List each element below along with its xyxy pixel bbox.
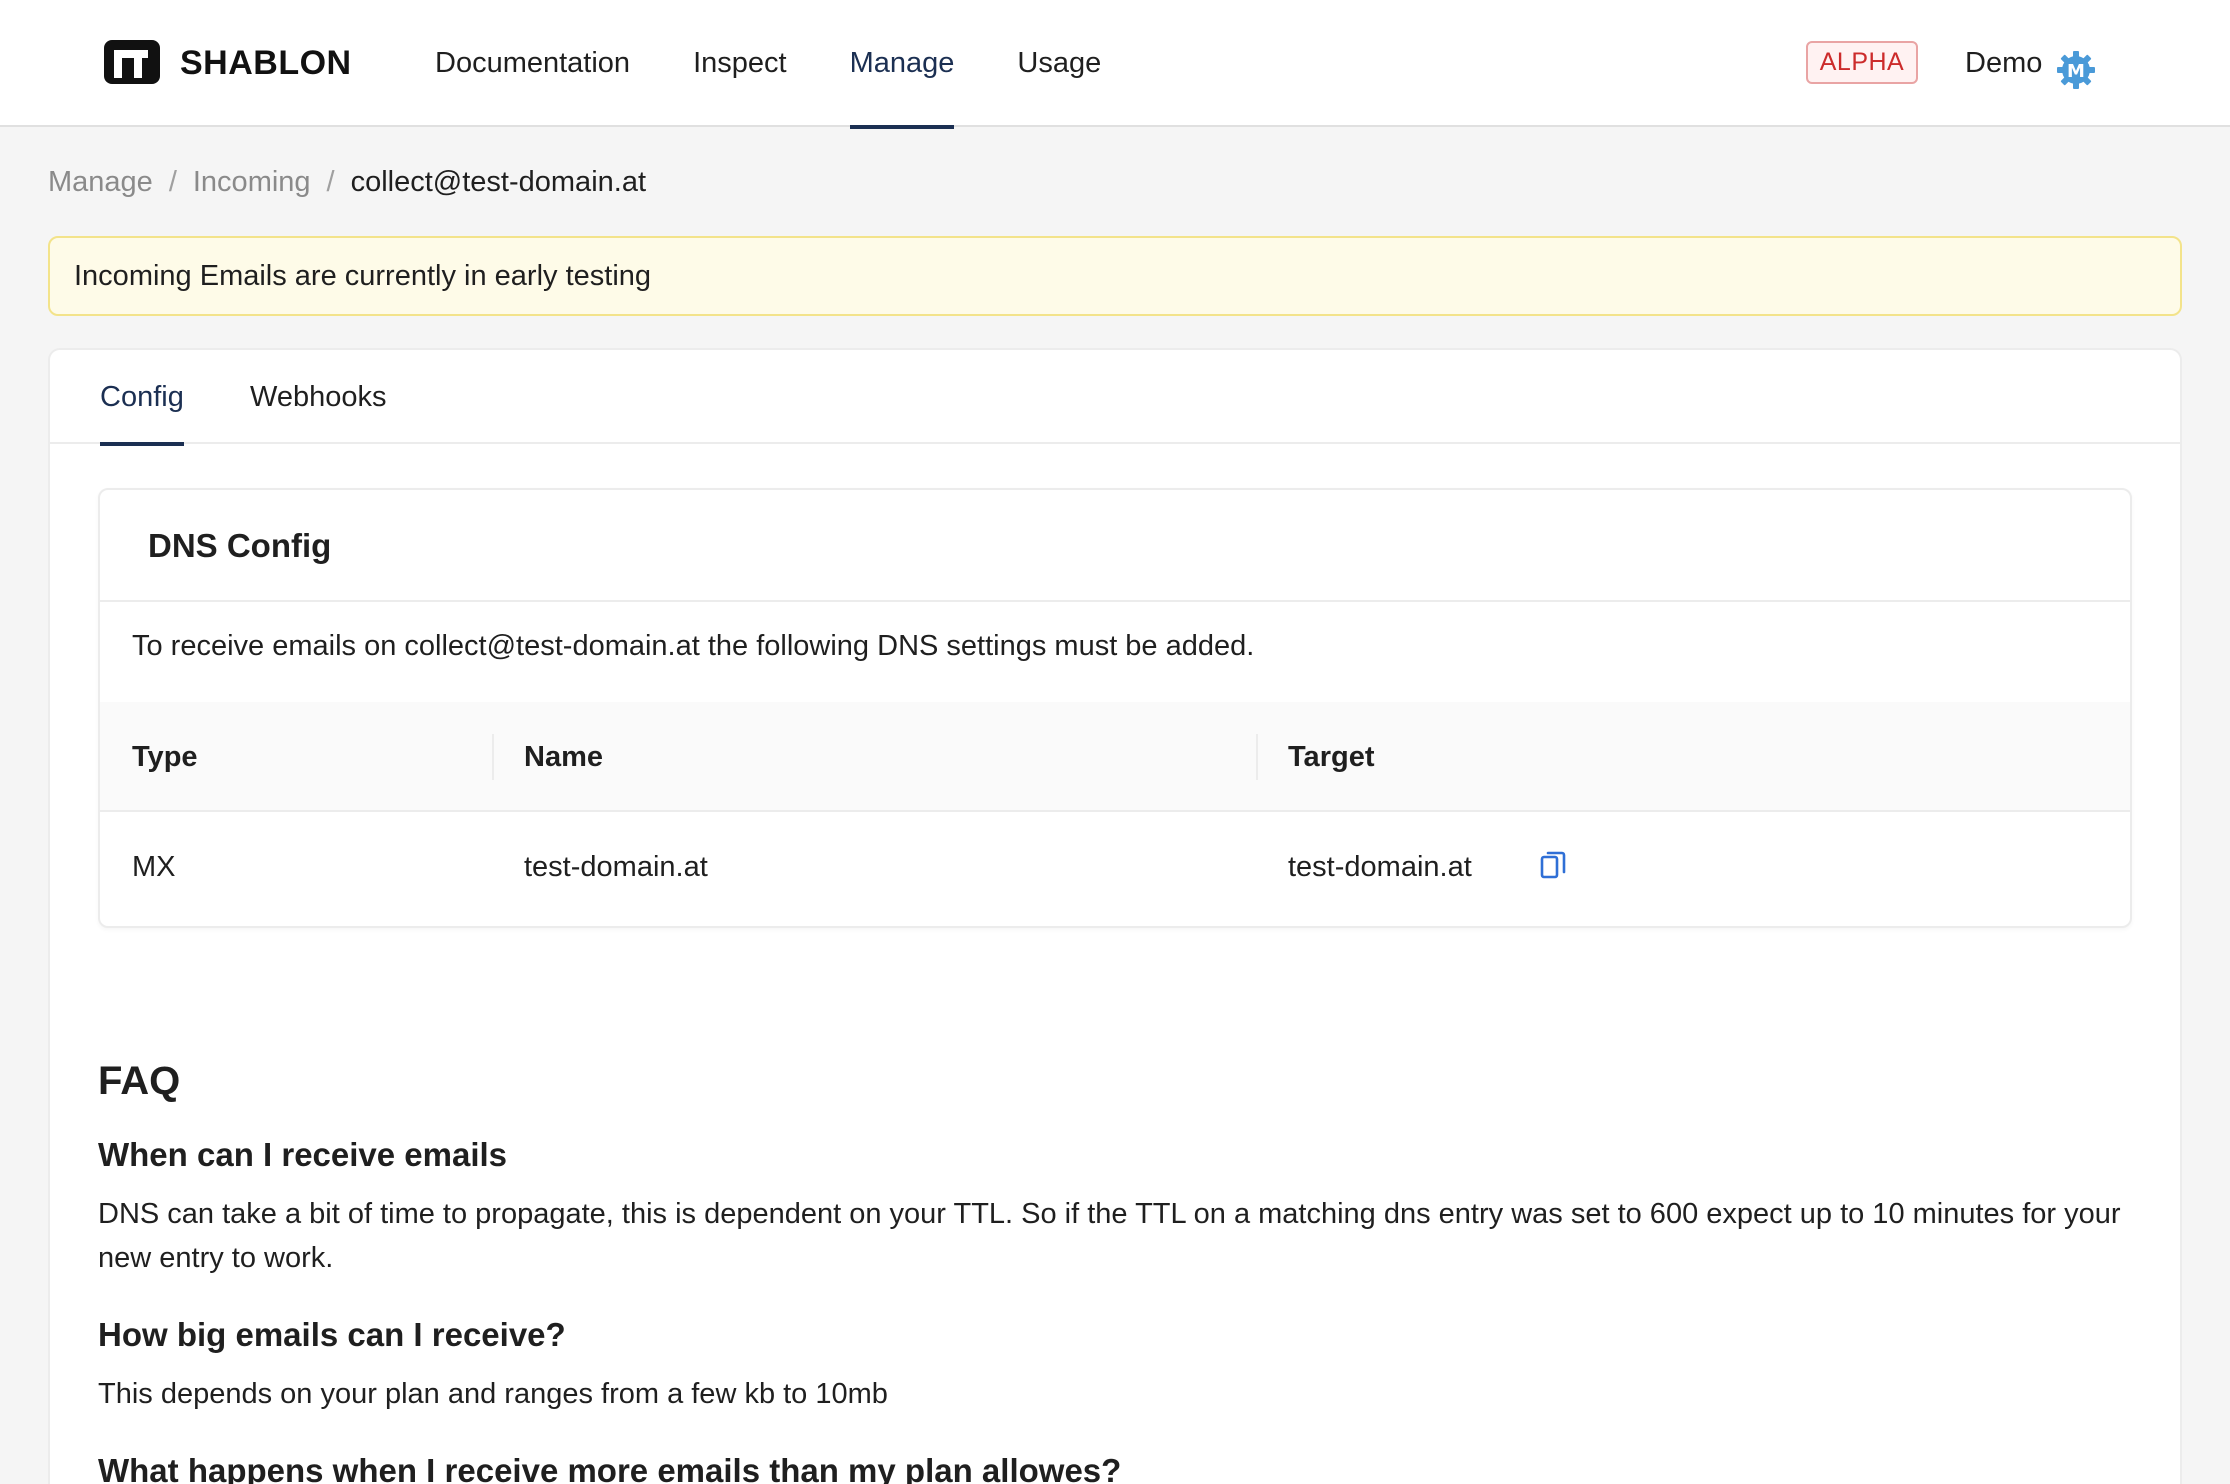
column-header-target: Target	[1288, 741, 1375, 773]
breadcrumb: Manage / Incoming / collect@test-domain.…	[48, 162, 646, 202]
faq-title: FAQ	[98, 1059, 181, 1103]
main-nav: Documentation Inspect Manage Usage	[435, 0, 1164, 129]
nav-manage[interactable]: Manage	[849, 0, 954, 129]
dns-records-table: Type Name Target MX test-domain.at test-…	[100, 702, 2130, 922]
avatar-letter: M	[2067, 61, 2085, 82]
dns-config-card: DNS Config To receive emails on collect@…	[98, 488, 2132, 928]
user-menu[interactable]: Demo	[1965, 44, 2042, 82]
tab-webhooks[interactable]: Webhooks	[250, 350, 387, 444]
avatar-gear-icon[interactable]: M	[2056, 50, 2096, 90]
cell-type: MX	[132, 851, 176, 883]
nav-documentation[interactable]: Documentation	[435, 0, 630, 127]
brand-name[interactable]: SHABLON	[180, 40, 352, 86]
column-header-name: Name	[524, 741, 603, 773]
incoming-config-card: Config Webhooks DNS Config To receive em…	[48, 348, 2182, 1484]
cell-name: test-domain.at	[524, 851, 708, 883]
breadcrumb-separator: /	[168, 166, 177, 198]
dns-config-description: To receive emails on collect@test-domain…	[132, 630, 1255, 662]
breadcrumb-current: collect@test-domain.at	[350, 166, 647, 198]
faq-answer: DNS can take a bit of time to propagate,…	[98, 1198, 2121, 1274]
cell-target: test-domain.at	[1288, 851, 1472, 883]
alpha-badge: ALPHA	[1806, 41, 1918, 84]
breadcrumb-separator: /	[326, 166, 335, 198]
column-divider[interactable]	[492, 734, 494, 780]
top-header: SHABLON Documentation Inspect Manage Usa…	[0, 0, 2230, 129]
breadcrumb-manage[interactable]: Manage	[48, 162, 153, 202]
tab-config[interactable]: Config	[100, 350, 184, 446]
faq-question: What happens when I receive more emails …	[98, 1452, 1122, 1484]
copy-icon[interactable]	[1540, 850, 1566, 880]
shablon-logo-icon[interactable]	[102, 38, 162, 86]
early-testing-alert: Incoming Emails are currently in early t…	[48, 236, 2182, 316]
table-row: MX test-domain.at test-domain.at	[100, 812, 2130, 922]
column-header-type: Type	[132, 741, 198, 773]
faq-question: When can I receive emails	[98, 1136, 508, 1173]
column-divider[interactable]	[1256, 734, 1258, 780]
faq-question: How big emails can I receive?	[98, 1316, 566, 1353]
tab-bar: Config Webhooks	[50, 350, 2180, 446]
table-header: Type Name Target	[100, 702, 2130, 812]
faq-answer: This depends on your plan and ranges fro…	[98, 1378, 888, 1410]
dns-config-title: DNS Config	[100, 490, 2130, 602]
nav-inspect[interactable]: Inspect	[693, 0, 787, 127]
breadcrumb-incoming[interactable]: Incoming	[193, 162, 311, 202]
nav-usage[interactable]: Usage	[1017, 0, 1101, 127]
